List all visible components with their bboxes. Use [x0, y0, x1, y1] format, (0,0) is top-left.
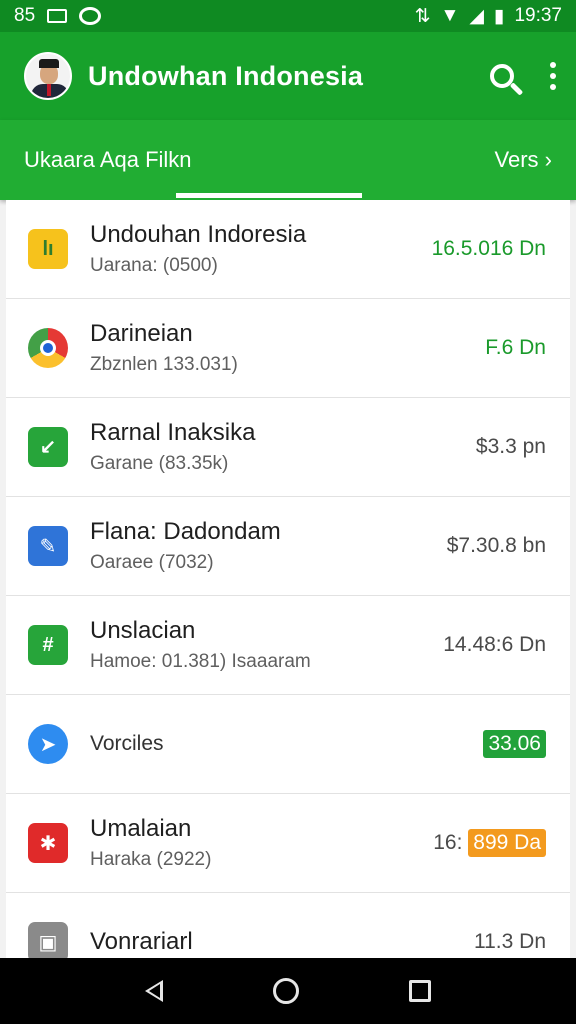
more-vert-icon[interactable] [550, 62, 556, 90]
item-value: F.6 Dn [485, 336, 546, 359]
item-value: 11.3 Dn [474, 930, 546, 953]
image-notification-icon [47, 9, 68, 23]
tab-bar: Ukaara Aqa Filkn Vers › [0, 120, 576, 200]
value-badge: 899 Da [468, 829, 546, 857]
green-hashtag-icon: # [28, 625, 68, 665]
battery-icon: ▮ [493, 5, 505, 27]
item-value: 16.5.016 Dn [431, 237, 546, 260]
list-item[interactable]: lı Undouhan Indoresia Uarana: (0500) 16.… [6, 200, 570, 299]
back-icon[interactable] [145, 980, 163, 1002]
blue-arrow-icon: ➤ [28, 724, 68, 764]
item-value: $3.3 pn [475, 435, 546, 458]
avatar[interactable] [24, 52, 72, 100]
item-subtitle: Zbznlen 133.031) [90, 354, 238, 375]
tab-more-link[interactable]: Vers › [495, 147, 552, 173]
value-prefix: 16: [433, 831, 463, 854]
item-title: Rarnal Inaksika [90, 419, 256, 446]
item-title: Vorciles [90, 732, 164, 755]
search-icon[interactable] [490, 64, 514, 88]
list-item[interactable]: Darineian Zbznlen 133.031) F.6 Dn [6, 299, 570, 398]
vibrate-icon: ⇅ [414, 5, 431, 27]
item-title: Umalaian [90, 815, 192, 842]
status-bar: 85 ⇅ ▼ ◢ ▮ 19:37 [0, 0, 576, 32]
tab-primary[interactable]: Ukaara Aqa Filkn [24, 147, 192, 173]
blue-edit-icon: ✎ [28, 526, 68, 566]
list-item[interactable]: ✱ Umalaian Haraka (2922) 16: 899 Da [6, 794, 570, 893]
item-value: $7.30.8 bn [446, 534, 546, 557]
app-title: Undowhan Indonesia [88, 60, 364, 91]
signal-icon: ◢ [469, 5, 484, 27]
status-time: 19:37 [514, 5, 562, 26]
item-value: 14.48:6 Dn [443, 633, 546, 656]
item-subtitle: Haraka (2922) [90, 849, 212, 870]
chat-notification-icon [79, 7, 102, 25]
item-subtitle: Oaraee (7032) [90, 552, 214, 573]
item-subtitle: Uarana: (0500) [90, 255, 218, 276]
recents-icon[interactable] [409, 980, 431, 1002]
item-value: 33.06 [483, 730, 546, 758]
green-app-icon: ↙ [28, 427, 68, 467]
value-badge: 33.06 [483, 730, 546, 758]
app-bar: Undowhan Indonesia [0, 32, 576, 120]
home-icon[interactable] [273, 978, 299, 1004]
item-title: Undouhan Indoresia [90, 221, 307, 248]
yellow-app-icon: lı [28, 229, 68, 269]
chrome-icon [28, 328, 68, 368]
item-title: Unslacian [90, 617, 196, 644]
item-list: lı Undouhan Indoresia Uarana: (0500) 16.… [6, 200, 570, 958]
list-item[interactable]: # Unslacian Hamoe: 01.381) Isaaaram 14.4… [6, 596, 570, 695]
list-item[interactable]: ↙ Rarnal Inaksika Garane (83.35k) $3.3 p… [6, 398, 570, 497]
list-item[interactable]: ▣ Vonrariarl 11.3 Dn [6, 893, 570, 958]
item-title: Vonrariarl [90, 928, 193, 955]
list-item[interactable]: ✎ Flana: Dadondam Oaraee (7032) $7.30.8 … [6, 497, 570, 596]
gray-app-icon: ▣ [28, 922, 68, 958]
item-subtitle: Garane (83.35k) [90, 453, 229, 474]
item-value: 16: 899 Da [433, 829, 546, 857]
status-left-text: 85 [14, 5, 36, 26]
system-nav-bar [0, 958, 576, 1024]
item-title: Flana: Dadondam [90, 518, 281, 545]
wifi-icon: ▼ [440, 5, 460, 26]
item-subtitle: Hamoe: 01.381) Isaaaram [90, 651, 311, 672]
tab-indicator [176, 193, 362, 198]
list-item[interactable]: ➤ Vorciles 33.06 [6, 695, 570, 794]
item-title: Darineian [90, 320, 193, 347]
red-app-icon: ✱ [28, 823, 68, 863]
